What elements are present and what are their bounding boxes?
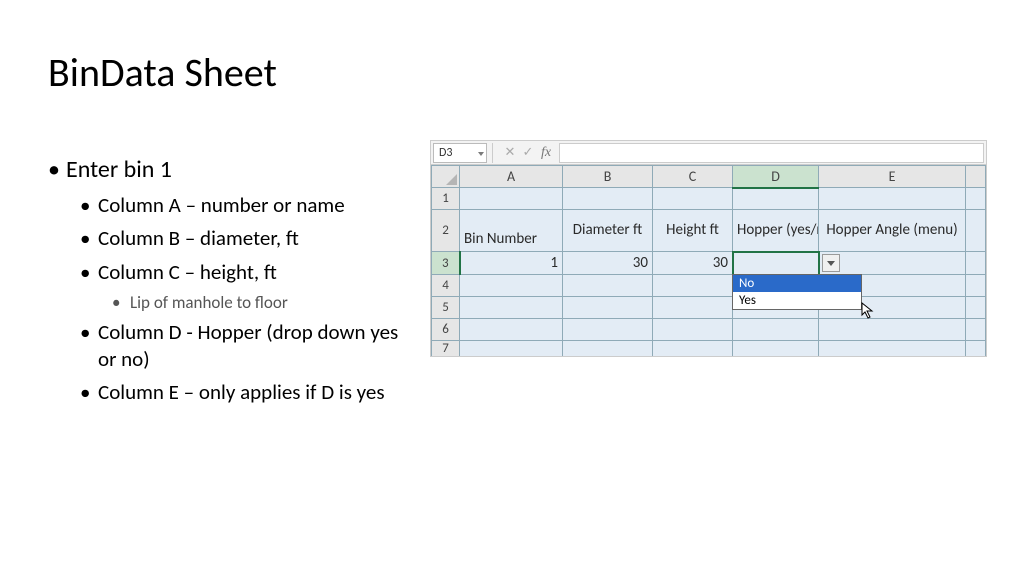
name-box[interactable]: D3 bbox=[433, 143, 487, 163]
col-header-a[interactable]: A bbox=[460, 166, 563, 188]
cell-value: Height ft bbox=[653, 220, 732, 241]
cell-e2[interactable]: Hopper Angle (menu) bbox=[819, 210, 966, 252]
bullet-level1: •Enter bin 1 bbox=[48, 155, 403, 184]
bullet-level2: •Column D - Hopper (drop down yes or no) bbox=[80, 319, 403, 374]
cell-d3[interactable]: No Yes bbox=[733, 252, 819, 275]
cell-f6[interactable] bbox=[966, 319, 986, 341]
col-header-e[interactable]: E bbox=[819, 166, 966, 188]
cell-f5[interactable] bbox=[966, 297, 986, 319]
bullet-level2: •Column E – only applies if D is yes bbox=[80, 379, 403, 406]
bullet-level2: •Column B – diameter, ft bbox=[80, 225, 403, 252]
col-header-f[interactable] bbox=[966, 166, 986, 188]
dropdown-list: No Yes bbox=[732, 274, 862, 310]
bullet-text: Column D - Hopper (drop down yes or no) bbox=[98, 319, 403, 374]
cell-f1[interactable] bbox=[966, 188, 986, 210]
bullet-text: Column B – diameter, ft bbox=[98, 225, 299, 252]
row-header-6[interactable]: 6 bbox=[432, 319, 460, 341]
separator bbox=[492, 143, 498, 163]
bullet-text: Lip of manhole to floor bbox=[130, 292, 288, 313]
cell-value: 30 bbox=[563, 252, 652, 274]
cell-f4[interactable] bbox=[966, 275, 986, 297]
cell-c6[interactable] bbox=[653, 319, 733, 341]
cell-d7[interactable] bbox=[733, 341, 819, 357]
excel-window: D3 ✕ ✓ fx A B C bbox=[430, 140, 987, 357]
cell-c4[interactable] bbox=[653, 275, 733, 297]
row-header-7[interactable]: 7 bbox=[432, 341, 460, 357]
dropdown-option-no[interactable]: No bbox=[733, 275, 861, 292]
bullet-text: Column C – height, ft bbox=[98, 259, 277, 286]
cell-d1[interactable] bbox=[733, 188, 819, 210]
cell-value: Diameter ft bbox=[563, 220, 652, 241]
row-header-5[interactable]: 5 bbox=[432, 297, 460, 319]
cell-value: Hopper (yes/no) bbox=[733, 220, 818, 241]
col-header-d[interactable]: D bbox=[733, 166, 819, 188]
row-header-2[interactable]: 2 bbox=[432, 210, 460, 252]
row-header-1[interactable]: 1 bbox=[432, 188, 460, 210]
cell-value: 1 bbox=[461, 252, 563, 274]
bullet-text: Enter bin 1 bbox=[66, 155, 172, 184]
formula-bar[interactable] bbox=[559, 143, 984, 163]
cell-d2[interactable]: Hopper (yes/no) bbox=[733, 210, 819, 252]
cell-b6[interactable] bbox=[563, 319, 653, 341]
cell-b1[interactable] bbox=[563, 188, 653, 210]
cell-value bbox=[819, 261, 965, 265]
bullet-level2: •Column A – number or name bbox=[80, 192, 403, 219]
cell-b4[interactable] bbox=[563, 275, 653, 297]
cell-a1[interactable] bbox=[460, 188, 563, 210]
slide: BinData Sheet •Enter bin 1 •Column A – n… bbox=[0, 0, 1024, 576]
col-header-c[interactable]: C bbox=[653, 166, 733, 188]
cell-c5[interactable] bbox=[653, 297, 733, 319]
formula-bar-row: D3 ✕ ✓ fx bbox=[431, 141, 986, 165]
name-box-value: D3 bbox=[439, 146, 452, 160]
cell-e1[interactable] bbox=[819, 188, 966, 210]
cell-b3[interactable]: 30 bbox=[563, 252, 653, 275]
cell-e3[interactable] bbox=[819, 252, 966, 275]
enter-icon[interactable]: ✓ bbox=[519, 143, 537, 163]
cell-a2[interactable]: Bin Number bbox=[460, 210, 563, 252]
cell-value bbox=[733, 261, 818, 265]
slide-title: BinData Sheet bbox=[48, 48, 277, 97]
dropdown-option-yes[interactable]: Yes bbox=[733, 292, 861, 309]
cell-b5[interactable] bbox=[563, 297, 653, 319]
cell-value: Hopper Angle (menu) bbox=[819, 220, 965, 241]
cell-d6[interactable] bbox=[733, 319, 819, 341]
cell-c1[interactable] bbox=[653, 188, 733, 210]
cell-a6[interactable] bbox=[460, 319, 563, 341]
cell-a4[interactable] bbox=[460, 275, 563, 297]
bullet-level2: •Column C – height, ft bbox=[80, 259, 403, 286]
cell-f3[interactable] bbox=[966, 252, 986, 275]
cell-e7[interactable] bbox=[819, 341, 966, 357]
cell-value: Bin Number bbox=[460, 211, 562, 250]
bullet-text: Column A – number or name bbox=[98, 192, 345, 219]
cell-c2[interactable]: Height ft bbox=[653, 210, 733, 252]
cell-b7[interactable] bbox=[563, 341, 653, 357]
cell-c7[interactable] bbox=[653, 341, 733, 357]
bullet-list: •Enter bin 1 •Column A – number or name … bbox=[48, 155, 403, 413]
select-all-corner[interactable] bbox=[432, 166, 460, 188]
bullet-level3: •Lip of manhole to floor bbox=[112, 292, 403, 313]
cell-a7[interactable] bbox=[460, 341, 563, 357]
dropdown-handle[interactable] bbox=[822, 254, 840, 272]
cell-a5[interactable] bbox=[460, 297, 563, 319]
cell-e6[interactable] bbox=[819, 319, 966, 341]
row-header-4[interactable]: 4 bbox=[432, 275, 460, 297]
spreadsheet-grid: A B C D E 1 2 Bin Number Diameter ft bbox=[431, 165, 986, 356]
cell-a3[interactable]: 1 bbox=[460, 252, 563, 275]
cell-b2[interactable]: Diameter ft bbox=[563, 210, 653, 252]
cell-f2[interactable] bbox=[966, 210, 986, 252]
bullet-text: Column E – only applies if D is yes bbox=[98, 379, 385, 406]
cell-value: 30 bbox=[653, 252, 732, 274]
col-header-b[interactable]: B bbox=[563, 166, 653, 188]
cancel-icon[interactable]: ✕ bbox=[501, 143, 519, 163]
row-header-3[interactable]: 3 bbox=[432, 252, 460, 275]
cell-f7[interactable] bbox=[966, 341, 986, 357]
fx-icon[interactable]: fx bbox=[537, 143, 555, 163]
chevron-down-icon[interactable] bbox=[478, 152, 484, 156]
cell-c3[interactable]: 30 bbox=[653, 252, 733, 275]
